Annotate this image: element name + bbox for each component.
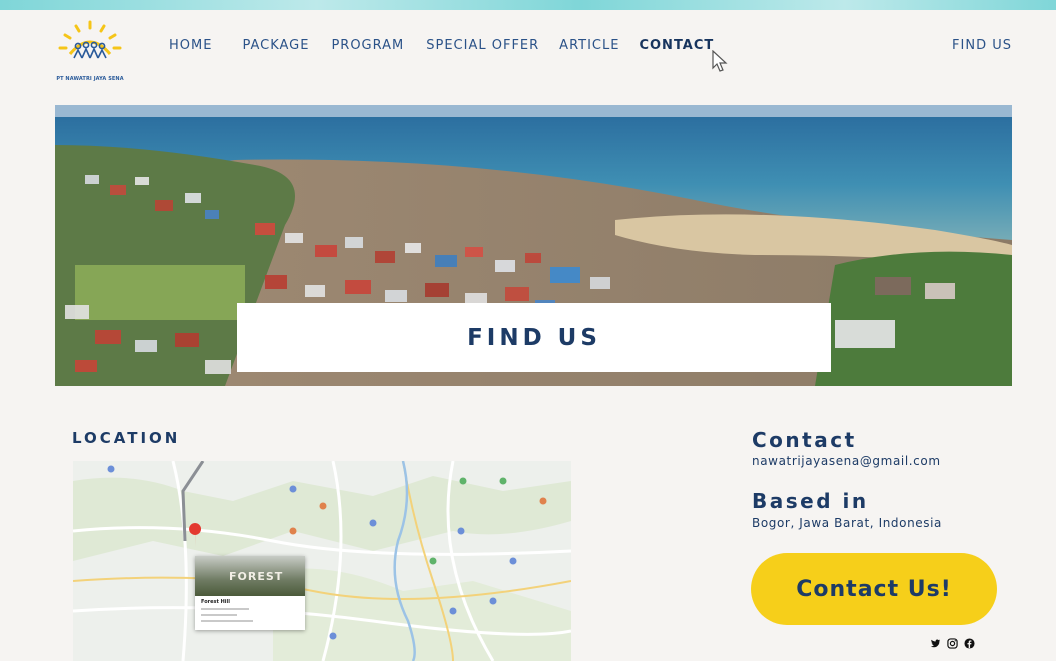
nav-contact[interactable]: CONTACT (639, 38, 714, 53)
nav-home[interactable]: HOME (169, 38, 212, 53)
map-place-card[interactable]: FOREST Forest Hill (195, 556, 305, 630)
nav-program[interactable]: PROGRAM (331, 38, 404, 53)
find-us-link[interactable]: FIND US (952, 38, 1012, 53)
contact-email[interactable]: nawatrijayasena@gmail.com (752, 454, 941, 468)
location-map[interactable] (73, 461, 571, 661)
company-logo[interactable] (56, 18, 124, 84)
logo-text: PT NAWATRI JAYA SENA (56, 76, 124, 82)
place-name: Forest Hill (201, 599, 230, 605)
nav-article[interactable]: ARTICLE (559, 38, 619, 53)
hero-title-box: FIND US (237, 303, 831, 372)
based-in-heading: Based in (752, 489, 869, 513)
contact-us-button[interactable]: Contact Us! (751, 553, 997, 625)
instagram-icon[interactable] (947, 634, 958, 649)
nav-special-offer[interactable]: SPECIAL OFFER (426, 38, 539, 53)
hero-title: FIND US (467, 324, 601, 351)
top-decorative-band (0, 0, 1056, 10)
main-nav: HOME PACKAGE PROGRAM SPECIAL OFFER ARTIC… (169, 38, 734, 53)
place-detail-line (201, 608, 249, 610)
nav-package[interactable]: PACKAGE (242, 38, 309, 53)
social-links (930, 634, 975, 649)
location-heading: LOCATION (72, 429, 181, 447)
twitter-icon[interactable] (930, 634, 941, 648)
facebook-icon[interactable] (964, 634, 975, 649)
mouse-cursor-icon (712, 50, 728, 72)
place-photo-label: FOREST (229, 570, 284, 583)
place-detail-line (201, 614, 237, 616)
contact-heading: Contact (752, 428, 857, 452)
address-text: Bogor, Jawa Barat, Indonesia (752, 516, 943, 530)
place-detail-line (201, 620, 253, 622)
